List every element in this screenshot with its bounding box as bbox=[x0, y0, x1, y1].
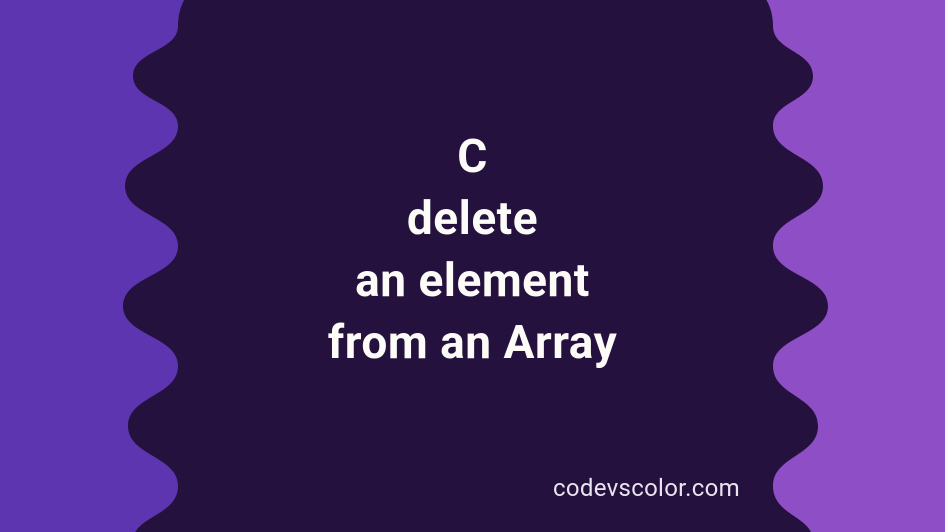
title-line-1: C bbox=[457, 130, 488, 184]
title-line-4: from an Array bbox=[328, 316, 617, 370]
title-line-2: delete bbox=[407, 192, 538, 246]
watermark-text: codevscolor.com bbox=[553, 474, 740, 502]
main-title: C delete an element from an Array bbox=[328, 126, 617, 374]
title-line-3: an element bbox=[355, 254, 590, 308]
